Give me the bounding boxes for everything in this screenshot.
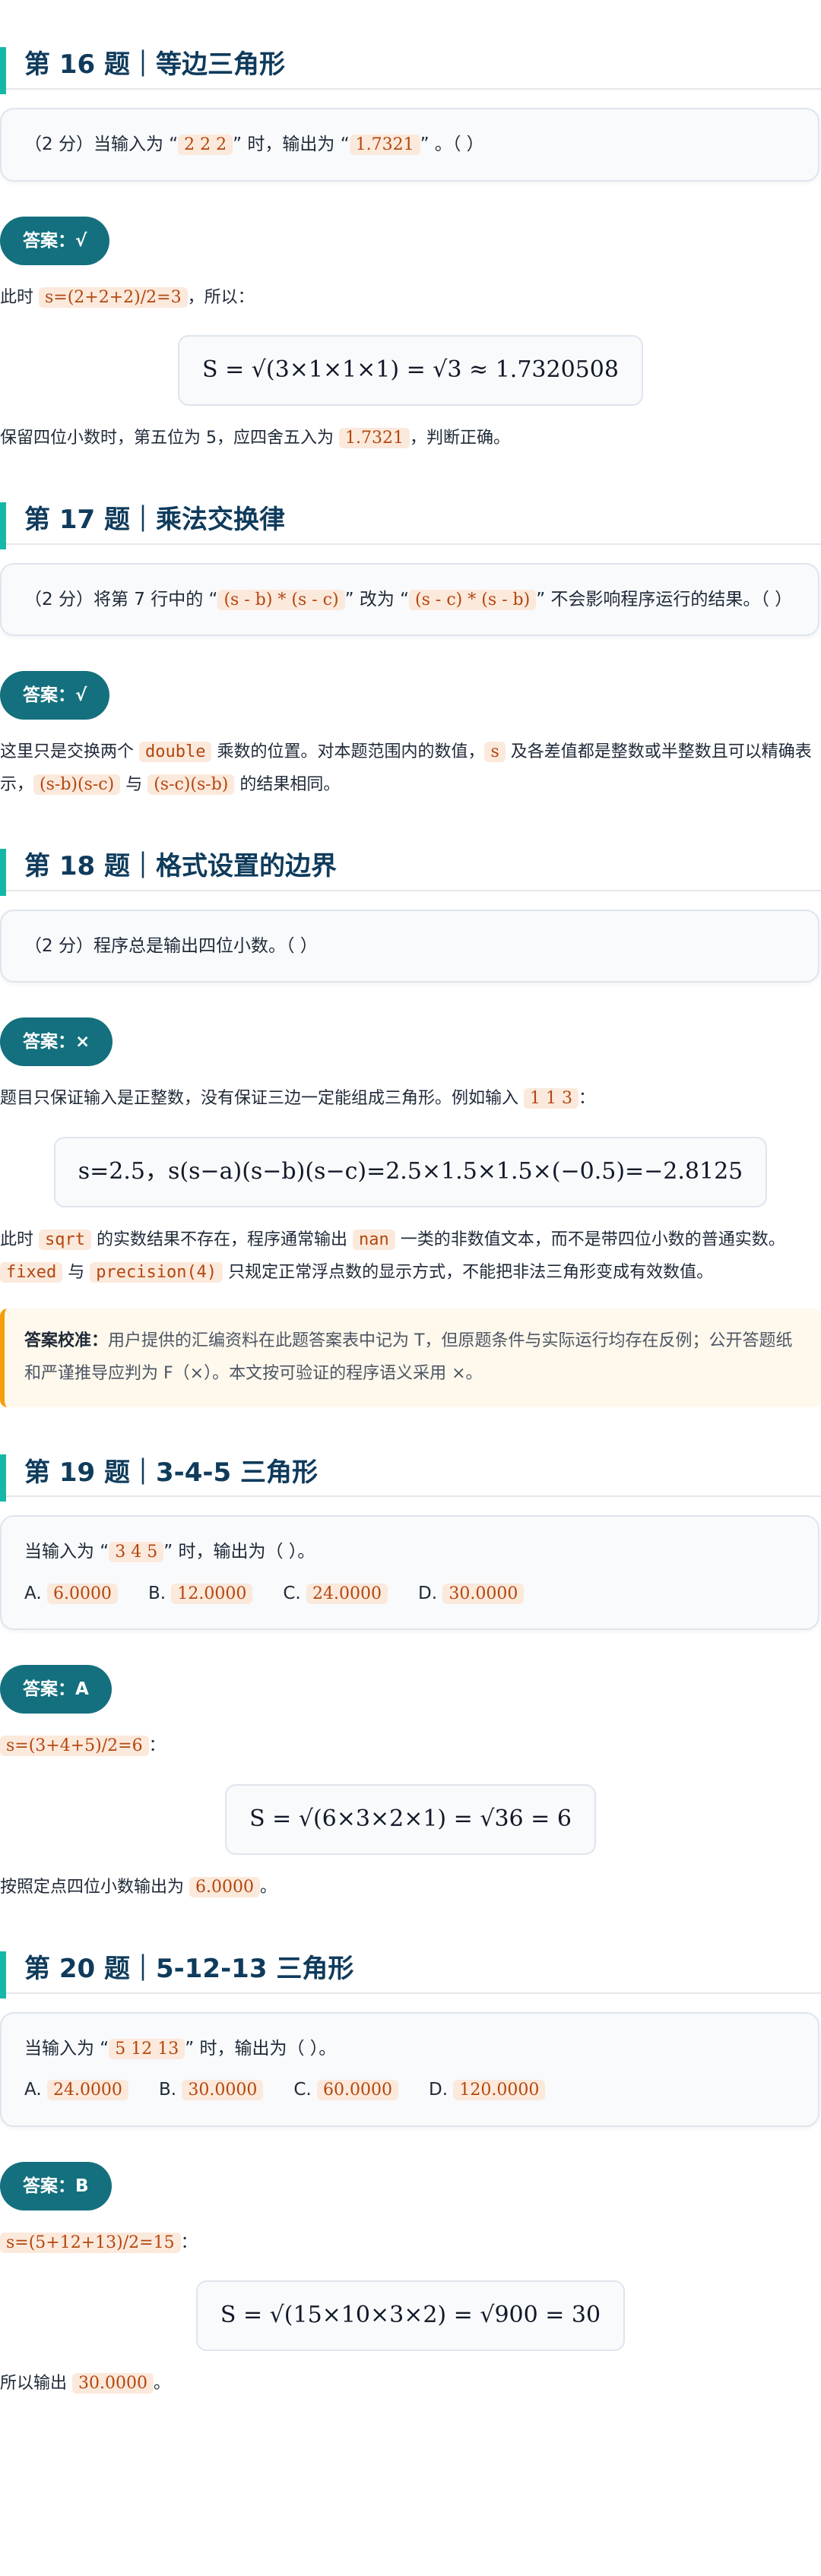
- explanation-paragraph: 保留四位小数时，第五位为 5，应四舍五入为 1.7321 ，判断正确。: [0, 427, 510, 448]
- formula-box: S = √(15×10×3×2) = √900 = 30: [195, 2280, 626, 2351]
- question-heading: 第 19 题｜3-4-5 三角形: [0, 1450, 821, 1502]
- options-list: A. 6.0000 B. 12.0000 C. 24.0000 D. 30.00…: [24, 1578, 795, 1609]
- question-card: （2 分）当输入为 “2 2 2” 时，输出为 “1.7321” 。（ ）: [0, 108, 819, 182]
- option-a: A. 6.0000: [24, 1578, 118, 1609]
- inline-code: 5 12 13: [109, 2038, 185, 2059]
- option-a: A. 24.0000: [24, 2074, 128, 2106]
- inline-code: 1.7321: [349, 134, 420, 155]
- option-d: D. 120.0000: [429, 2074, 546, 2106]
- inline-code: nan: [352, 1229, 395, 1250]
- question-card: 当输入为 “5 12 13” 时，输出为（ ）。 A. 24.0000 B. 3…: [0, 2011, 819, 2127]
- inline-code: double: [139, 742, 212, 763]
- question-card: 当输入为 “3 4 5” 时，输出为（ ）。 A. 6.0000 B. 12.0…: [0, 1515, 819, 1631]
- inline-code: s=(2+2+2)/2=3: [39, 286, 188, 308]
- formula-box: s=2.5，s(s−a)(s−b)(s−c)=2.5×1.5×1.5×(−0.5…: [53, 1137, 768, 1207]
- answer-badge: 答案：×: [0, 1017, 113, 1067]
- answer-badge: 答案：√: [0, 216, 110, 265]
- question-text: （2 分）将第 7 行中的 “(s - b) * (s - c)” 改为 “(s…: [24, 589, 793, 610]
- answer-badge: 答案：B: [0, 2161, 112, 2210]
- question-17: 第 17 题｜乘法交换律 （2 分）将第 7 行中的 “(s - b) * (s…: [0, 498, 821, 802]
- question-card: （2 分）将第 7 行中的 “(s - b) * (s - c)” 改为 “(s…: [0, 562, 819, 637]
- explanation-paragraph: 所以输出 30.0000。: [0, 2372, 170, 2394]
- inline-code: 2 2 2: [178, 134, 233, 155]
- explanation-paragraph: 此时 s=(2+2+2)/2=3 ，所以：: [0, 286, 255, 308]
- formula-box: S = √(6×3×2×1) = √36 = 6: [225, 1784, 596, 1855]
- explanation-paragraph: 此时 sqrt 的实数结果不存在，程序通常输出 nan 一类的非数值文本，而不是…: [0, 1229, 785, 1283]
- explanation-paragraph: s=(3+4+5)/2=6：: [0, 1730, 821, 1763]
- answer-calibration-note: 答案校准：用户提供的汇编资料在此题答案表中记为 T，但原题条件与实际运行均存在反…: [0, 1309, 821, 1408]
- inline-code: 30.0000: [72, 2372, 154, 2394]
- question-20: 第 20 题｜5-12-13 三角形 当输入为 “5 12 13” 时，输出为（…: [0, 1947, 821, 2400]
- answer-badge: 答案：√: [0, 671, 110, 720]
- inline-code: s: [484, 742, 506, 763]
- inline-code: 6.0000: [189, 1876, 260, 1897]
- option-c: C. 24.0000: [283, 1578, 388, 1609]
- inline-code: 1.7321: [339, 427, 410, 448]
- inline-code: (s-b)(s-c): [33, 774, 121, 796]
- option-b: B. 30.0000: [159, 2074, 264, 2106]
- inline-code: s=(3+4+5)/2=6: [0, 1736, 149, 1757]
- question-heading: 第 16 题｜等边三角形: [0, 43, 821, 94]
- explanation-paragraph: 按照定点四位小数输出为 6.0000。: [0, 1876, 277, 1897]
- inline-code: (s-c)(s-b): [147, 774, 235, 796]
- question-text: （2 分）当输入为 “2 2 2” 时，输出为 “1.7321” 。（ ）: [24, 134, 484, 155]
- inline-code: fixed: [0, 1261, 63, 1283]
- inline-code: (s - c) * (s - b): [409, 589, 537, 610]
- explanation-paragraph: 这里只是交换两个 double 乘数的位置。对本题范围内的数值， s 及各差值都是…: [0, 742, 812, 796]
- question-heading: 第 20 题｜5-12-13 三角形: [0, 1947, 821, 1998]
- option-b: B. 12.0000: [148, 1578, 253, 1609]
- formula-box: S = √(3×1×1×1) = √3 ≈ 1.7320508: [178, 335, 643, 406]
- inline-code: 3 4 5: [109, 1542, 164, 1563]
- question-text: 当输入为 “5 12 13” 时，输出为（ ）。: [24, 2038, 337, 2059]
- note-text: 用户提供的汇编资料在此题答案表中记为 T，但原题条件与实际运行均存在反例；公开答…: [24, 1331, 793, 1384]
- question-text: （2 分）程序总是输出四位小数。（ ）: [24, 936, 318, 957]
- note-label: 答案校准：: [24, 1331, 109, 1351]
- question-card: （2 分）程序总是输出四位小数。（ ）: [0, 910, 819, 983]
- option-c: C. 60.0000: [293, 2074, 398, 2106]
- question-heading: 第 17 题｜乘法交换律: [0, 498, 821, 549]
- explanation-paragraph: s=(5+12+13)/2=15：: [0, 2227, 821, 2260]
- question-heading: 第 18 题｜格式设置的边界: [0, 844, 821, 897]
- option-d: D. 30.0000: [418, 1578, 525, 1609]
- question-19: 第 19 题｜3-4-5 三角形 当输入为 “3 4 5” 时，输出为（ ）。 …: [0, 1450, 821, 1904]
- question-16: 第 16 题｜等边三角形 （2 分）当输入为 “2 2 2” 时，输出为 “1.…: [0, 43, 821, 455]
- inline-code: (s - b) * (s - c): [217, 589, 345, 610]
- options-list: A. 24.0000 B. 30.0000 C. 60.0000 D. 120.…: [24, 2074, 795, 2106]
- inline-code: precision(4): [90, 1261, 223, 1283]
- explanation-paragraph: 题目只保证输入是正整数，没有保证三边一定能组成三角形。例如输入 1 1 3：: [0, 1088, 595, 1109]
- inline-code: 1 1 3: [524, 1088, 579, 1109]
- inline-code: sqrt: [39, 1229, 91, 1250]
- inline-code: s=(5+12+13)/2=15: [0, 2232, 181, 2253]
- answer-badge: 答案：A: [0, 1665, 112, 1714]
- question-18: 第 18 题｜格式设置的边界 （2 分）程序总是输出四位小数。（ ） 答案：× …: [0, 844, 821, 1408]
- question-text: 当输入为 “3 4 5” 时，输出为（ ）。: [24, 1542, 315, 1563]
